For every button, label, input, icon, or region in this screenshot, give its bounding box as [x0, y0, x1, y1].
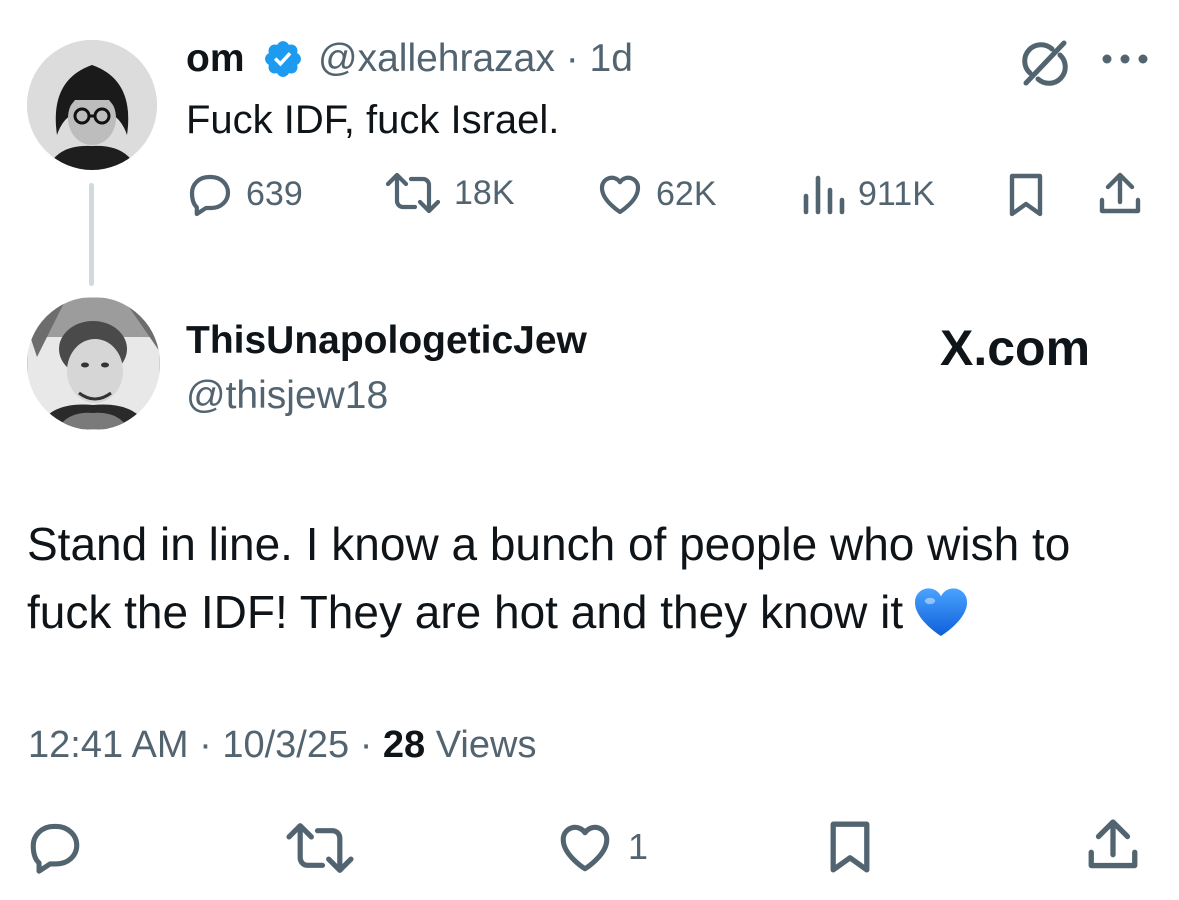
- reply-handle[interactable]: @thisjew18: [186, 373, 388, 419]
- views-button[interactable]: 911K: [800, 172, 935, 216]
- reply-avatar[interactable]: [27, 297, 160, 430]
- thread-connector-line: [89, 183, 94, 286]
- bookmark-icon: [1009, 173, 1043, 217]
- views-icon: [803, 175, 845, 215]
- x-com-text: X.com: [940, 320, 1091, 376]
- like-button[interactable]: 62K: [596, 172, 717, 216]
- repost-button[interactable]: [284, 822, 356, 874]
- repost-count: 18K: [454, 174, 515, 212]
- reply-count: 639: [246, 175, 303, 213]
- parent-display-name[interactable]: om: [186, 36, 245, 82]
- parent-tweet-text: Fuck IDF, fuck Israel.: [186, 98, 560, 142]
- grok-icon[interactable]: [1016, 35, 1074, 93]
- parent-handle-line[interactable]: @xallehrazax · 1d: [318, 36, 633, 82]
- parent-avatar[interactable]: [27, 40, 157, 170]
- reply-icon: [189, 174, 231, 216]
- reply-tweet-text: Stand in line. I know a bunch of people …: [27, 510, 1147, 646]
- parent-age[interactable]: 1d: [590, 37, 633, 80]
- more-icon[interactable]: [1098, 44, 1152, 74]
- separator-dot: ·: [565, 37, 579, 80]
- blue-heart-icon: [913, 586, 969, 638]
- like-icon: [599, 175, 641, 215]
- views-count: 911K: [858, 175, 935, 213]
- share-button[interactable]: [1086, 816, 1140, 874]
- verified-badge-icon: [262, 38, 304, 80]
- repost-button[interactable]: 18K: [384, 172, 515, 214]
- bookmark-icon: [830, 821, 870, 873]
- separator-dot: ·: [199, 724, 212, 766]
- x-com-watermark: X.com: [940, 318, 1090, 378]
- reply-time[interactable]: 12:41 AM: [28, 724, 189, 766]
- like-icon: [560, 824, 610, 872]
- reply-button[interactable]: 639: [186, 172, 303, 216]
- reply-date[interactable]: 10/3/25: [222, 724, 349, 766]
- repost-icon: [286, 823, 354, 873]
- bookmark-button[interactable]: [826, 818, 874, 876]
- parent-handle[interactable]: @xallehrazax: [318, 37, 555, 80]
- share-button[interactable]: [1098, 170, 1142, 218]
- reply-meta-line: 12:41 AM · 10/3/25 · 28 Views: [28, 722, 536, 768]
- share-icon: [1099, 172, 1141, 214]
- reply-button[interactable]: [26, 820, 84, 874]
- like-count: 62K: [656, 175, 717, 213]
- bookmark-button[interactable]: [1006, 172, 1046, 218]
- views-count[interactable]: 28: [383, 724, 425, 766]
- reply-display-name[interactable]: ThisUnapologeticJew: [186, 318, 587, 364]
- share-icon: [1088, 819, 1138, 869]
- views-label[interactable]: Views: [436, 724, 537, 766]
- reply-icon: [30, 823, 80, 874]
- like-button[interactable]: 1: [556, 820, 648, 874]
- like-count: 1: [628, 826, 649, 867]
- separator-dot: ·: [359, 724, 373, 766]
- repost-icon: [385, 172, 441, 214]
